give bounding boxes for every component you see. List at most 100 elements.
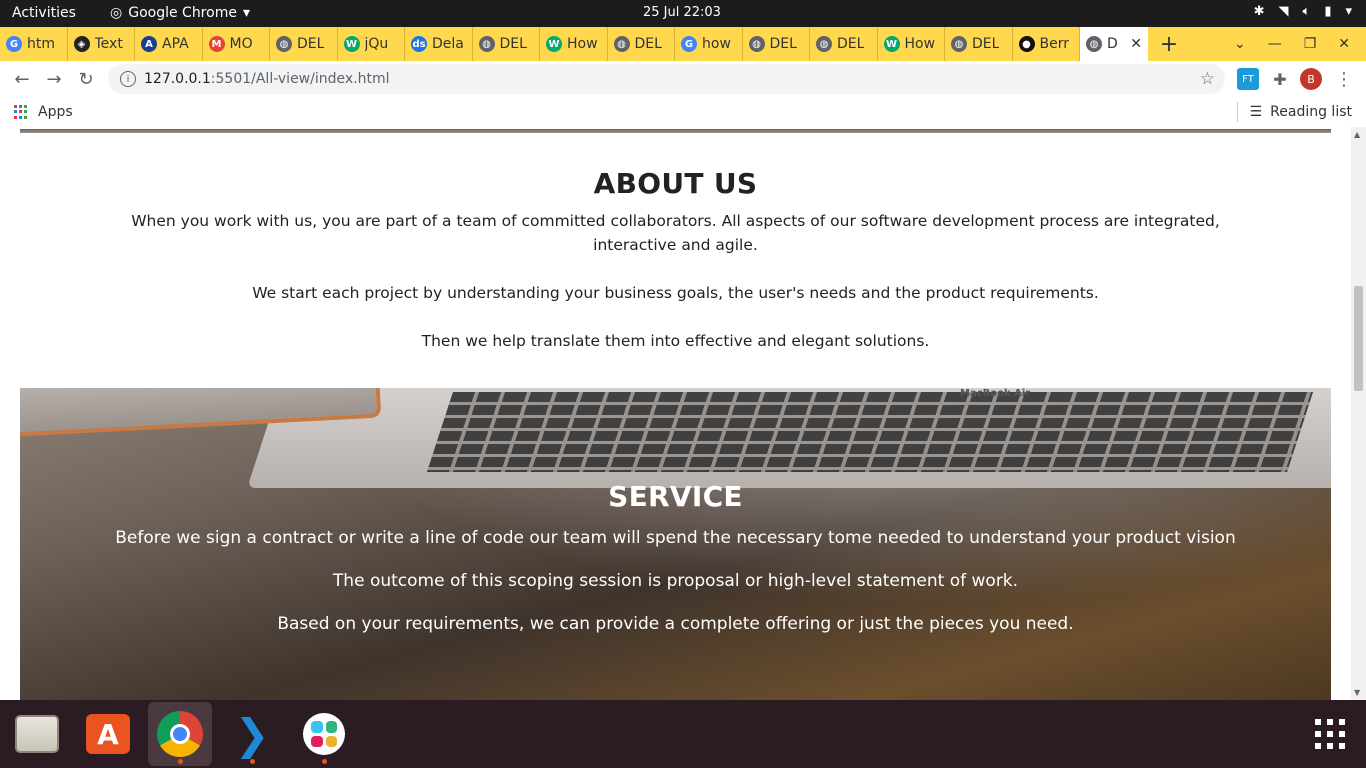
page-scrollbar[interactable]: ▲ ▼ [1351, 127, 1366, 700]
service-paragraph-1: Before we sign a contract or write a lin… [115, 528, 1236, 548]
dailysmarty-icon: ds [411, 36, 427, 52]
window-controls: ⌄ — ❐ ✕ [1234, 36, 1366, 52]
back-arrow-icon[interactable]: ← [6, 69, 38, 90]
reading-list-button[interactable]: ☰ Reading list [1250, 104, 1352, 120]
apa-icon: A [141, 36, 157, 52]
tab-strip: Ghtm ◈ Text A APA M MO ◍ DEL WjQu ds Dela ◍ DEL W How ◍ D… [0, 27, 1366, 61]
wifi-icon[interactable]: ◥ [1279, 4, 1289, 19]
close-window-icon[interactable]: ✕ [1338, 36, 1350, 52]
codepen-icon: ◈ [73, 36, 90, 52]
close-icon[interactable]: ✕ [1130, 36, 1142, 52]
profile-avatar[interactable]: B [1300, 68, 1322, 90]
tab-5[interactable]: WjQu [338, 27, 405, 61]
bookmark-star-icon[interactable]: ☆ [1200, 69, 1215, 89]
app-menu[interactable]: ◎ Google Chrome ▾ [110, 5, 250, 21]
tab-14[interactable]: ◍ DEL [945, 27, 1013, 61]
globe-icon: ◍ [478, 36, 495, 52]
kebab-menu-icon[interactable]: ⋮ [1333, 68, 1355, 90]
system-tray[interactable]: ✱ ◥ 🔈︎ ▮ ▾ [1254, 4, 1352, 19]
vscode-icon[interactable]: ❯ [220, 702, 284, 766]
reading-list-label: Reading list [1270, 104, 1352, 120]
tab-3[interactable]: M MO [203, 27, 270, 61]
maximize-icon[interactable]: ❐ [1304, 36, 1317, 52]
github-icon: ● [1018, 36, 1035, 52]
w3schools-icon: W [546, 36, 562, 52]
tab-10[interactable]: Ghow [675, 27, 743, 61]
extension-ft-icon[interactable]: FT [1237, 68, 1259, 90]
tab-13[interactable]: W How [878, 27, 945, 61]
tab-12[interactable]: ◍ DEL [810, 27, 878, 61]
apps-label: Apps [38, 104, 73, 120]
slack-tray-icon[interactable]: ✱ [1254, 4, 1265, 19]
tab-active[interactable]: ◍ D ✕ [1080, 27, 1148, 61]
tab-label: How [567, 36, 598, 52]
tab-label: DEL [499, 36, 527, 52]
files-icon[interactable] [5, 702, 69, 766]
clock[interactable]: 25 Jul 22:03 [643, 5, 721, 20]
tab-15[interactable]: ● Berr [1013, 27, 1080, 61]
tab-0[interactable]: Ghtm [0, 27, 68, 61]
volume-icon[interactable]: 🔈︎ [1303, 4, 1311, 19]
globe-icon: ◍ [951, 36, 967, 52]
service-content: SERVICE Before we sign a contract or wri… [20, 480, 1331, 656]
system-top-bar: Activities ◎ Google Chrome ▾ 25 Jul 22:0… [0, 0, 1366, 27]
google-icon: G [6, 36, 22, 52]
tab-label: Berr [1039, 36, 1069, 52]
caret-down-icon: ▾ [242, 5, 250, 21]
tab-label: DEL [769, 36, 797, 52]
browser-toolbar: ← → ↻ i 127.0.0.1:5501/All-view/index.ht… [0, 61, 1366, 98]
service-title: SERVICE [608, 480, 743, 513]
globe-icon: ◍ [613, 36, 630, 52]
scrollbar-thumb[interactable] [1354, 286, 1363, 391]
tab-label: jQu [364, 36, 389, 52]
show-applications-icon[interactable] [1298, 702, 1362, 766]
dock: A ❯ [0, 700, 1366, 768]
apps-shortcut[interactable]: Apps [14, 104, 73, 120]
about-title: ABOUT US [593, 167, 758, 200]
gmail-icon: M [208, 36, 225, 52]
new-tab-button[interactable]: + [1148, 32, 1190, 57]
caret-down-icon[interactable]: ▾ [1345, 4, 1352, 19]
scroll-down-icon[interactable]: ▼ [1354, 688, 1360, 697]
w3schools-icon: W [343, 36, 360, 52]
chrome-icon[interactable] [148, 702, 212, 766]
info-icon[interactable]: i [120, 71, 136, 87]
tab-search-icon[interactable]: ⌄ [1234, 36, 1246, 52]
tab-9[interactable]: ◍ DEL [608, 27, 675, 61]
activities-button[interactable]: Activities [12, 5, 76, 21]
tab-8[interactable]: W How [540, 27, 608, 61]
address-bar[interactable]: i 127.0.0.1:5501/All-view/index.html ☆ [108, 64, 1225, 94]
forward-arrow-icon[interactable]: → [38, 69, 70, 90]
tab-label: DEL [634, 36, 662, 52]
tab-label: how [702, 36, 731, 52]
tab-label: DEL [972, 36, 1000, 52]
about-paragraph-2: We start each project by understanding y… [252, 284, 1099, 302]
apps-grid-icon [14, 105, 28, 119]
slack-icon[interactable] [292, 702, 356, 766]
tab-7[interactable]: ◍ DEL [473, 27, 540, 61]
battery-icon[interactable]: ▮ [1324, 4, 1331, 19]
reading-list-icon: ☰ [1249, 104, 1263, 120]
globe-icon: ◍ [1086, 36, 1102, 52]
reload-icon[interactable]: ↻ [70, 69, 102, 90]
tab-label: D [1107, 36, 1118, 52]
software-store-icon[interactable]: A [76, 702, 140, 766]
tab-label: APA [162, 36, 189, 52]
tab-1[interactable]: ◈ Text [68, 27, 135, 61]
url-path: :5501/All-view/index.html [210, 71, 390, 87]
laptop-brand-text: MacBook Air [960, 388, 1031, 399]
scroll-up-icon[interactable]: ▲ [1354, 130, 1360, 139]
bookmarks-bar: Apps ☰ Reading list [0, 98, 1366, 127]
tab-label: htm [27, 36, 55, 52]
minimize-icon[interactable]: — [1268, 36, 1282, 52]
globe-icon: ◍ [816, 36, 832, 52]
tab-4[interactable]: ◍ DEL [270, 27, 338, 61]
service-paragraph-3: Based on your requirements, we can provi… [277, 614, 1074, 634]
extensions-puzzle-icon[interactable]: ✚ [1269, 68, 1291, 90]
tab-6[interactable]: ds Dela [405, 27, 473, 61]
tab-2[interactable]: A APA [135, 27, 203, 61]
tab-label: Dela [432, 36, 464, 52]
globe-icon: ◍ [276, 36, 292, 52]
w3schools-icon: W [883, 36, 900, 52]
tab-11[interactable]: ◍ DEL [743, 27, 810, 61]
